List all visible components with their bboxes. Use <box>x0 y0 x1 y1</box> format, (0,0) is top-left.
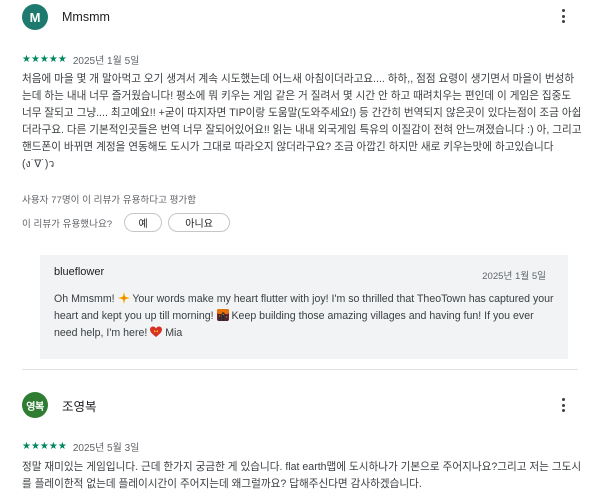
star-rating: ★★★★★ <box>22 54 67 65</box>
city-sunset-icon <box>216 308 229 321</box>
reply-author: blueflower <box>54 266 105 278</box>
review-date: 2025년 5월 3일 <box>72 443 140 454</box>
sparkle-icon <box>117 292 130 304</box>
review-meta: ★★★★★ 2025년 5월 3일 <box>22 439 139 454</box>
review-header: M Mmsmm <box>22 3 110 31</box>
helpful-yes-button[interactable]: 예 <box>124 213 163 232</box>
star-rating: ★★★★★ <box>22 441 67 452</box>
review-meta: ★★★★★ 2025년 1월 5일 <box>22 52 139 67</box>
helpful-prompt: 이 리뷰가 유용했나요? 예 아니요 <box>22 213 231 232</box>
more-options-icon[interactable] <box>556 395 570 415</box>
review-text: 처음에 마을 몇 개 말아먹고 오기 생겨서 계속 시도했는데 어느새 아침이더… <box>22 73 582 170</box>
review-text: 정말 재미있는 게임입니다. 근데 한가지 궁금한 게 있습니다. flat e… <box>22 461 582 490</box>
heart-ribbon-icon <box>150 326 163 337</box>
avatar: M <box>22 4 48 30</box>
reply-text-part: Mia <box>162 326 183 339</box>
reply-date: 2025년 1월 5일 <box>482 271 546 282</box>
helpful-count: 사용자 77명이 이 리뷰가 유용하다고 평가함 <box>22 195 197 206</box>
reply-text: Oh Mmsmm! Your words make my heart flutt… <box>54 291 554 342</box>
more-options-icon[interactable] <box>556 6 570 26</box>
reviewer-name: 조영복 <box>62 399 97 414</box>
review-date: 2025년 1월 5일 <box>72 56 140 67</box>
reviewer-name: Mmsmm <box>62 10 110 24</box>
developer-reply: blueflower 2025년 1월 5일 Oh Mmsmm! Your wo… <box>40 255 568 359</box>
avatar: 영복 <box>22 392 48 418</box>
reply-text-part: Oh Mmsmm! <box>54 293 118 305</box>
helpful-question: 이 리뷰가 유용했나요? <box>22 218 113 230</box>
review-header: 영복 조영복 <box>22 391 97 419</box>
helpful-no-button[interactable]: 아니요 <box>168 213 231 232</box>
divider <box>22 369 578 370</box>
